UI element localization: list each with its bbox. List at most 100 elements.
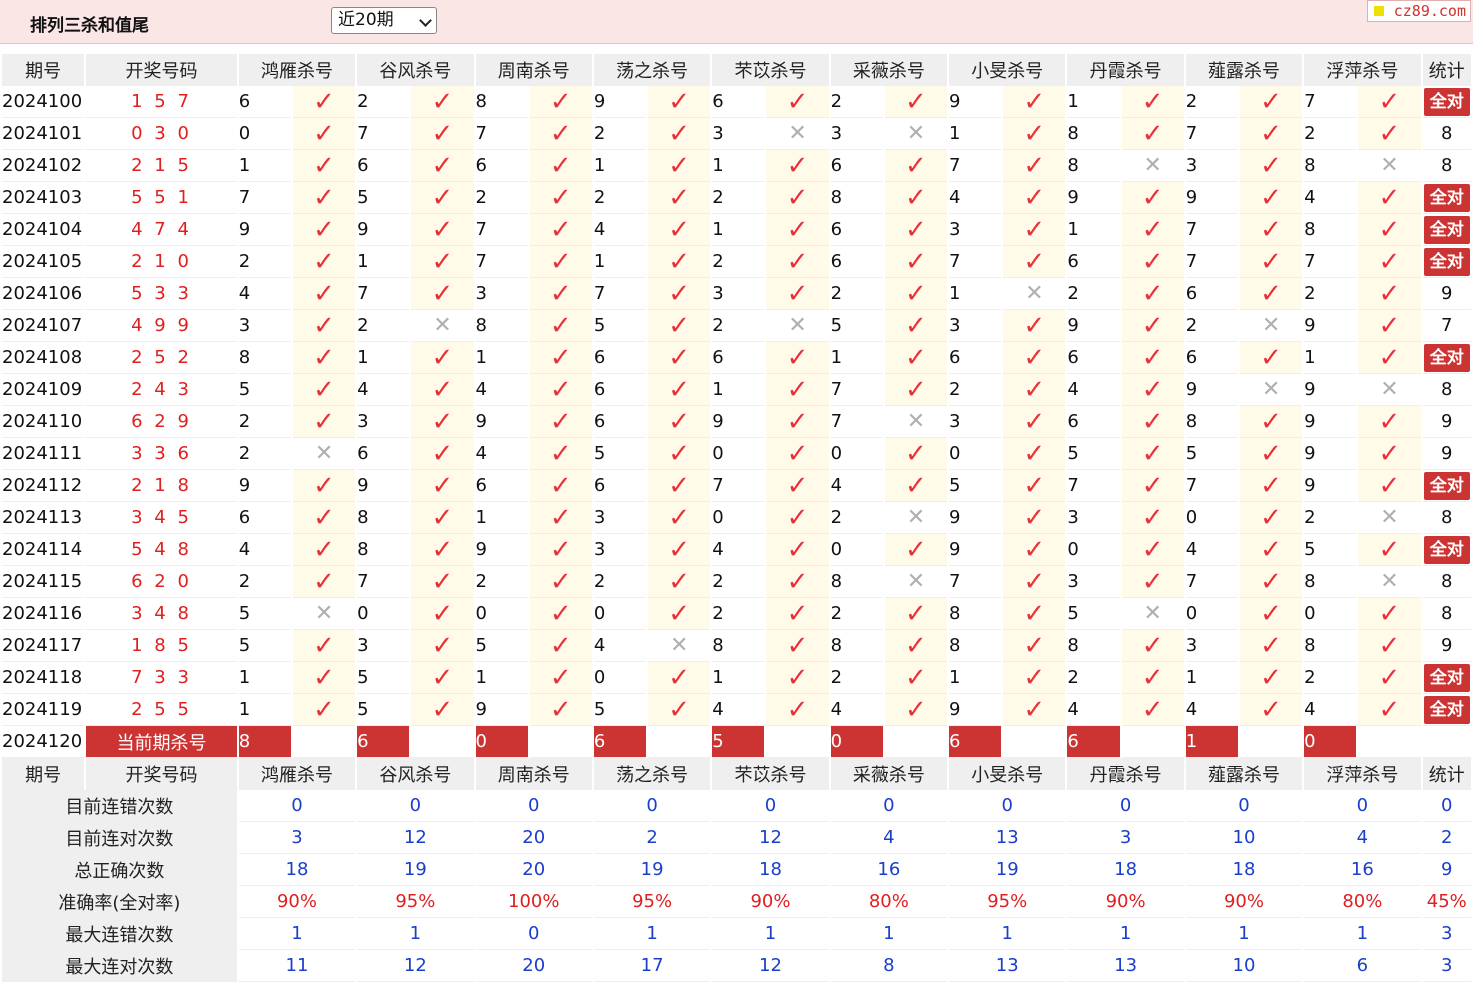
- summary-value: 0: [1304, 790, 1421, 822]
- result-cell-correct: ✓: [884, 374, 948, 406]
- kill-number: 8: [830, 566, 883, 598]
- check-icon: ✓: [1260, 86, 1282, 117]
- check-icon: ✓: [313, 150, 335, 181]
- col-header-expert: 小旻杀号: [949, 54, 1066, 86]
- col-header-expert: 周南杀号: [475, 54, 592, 86]
- check-icon: ✓: [1141, 374, 1164, 405]
- brand-logo[interactable]: cz89.com: [1367, 0, 1471, 22]
- check-icon: ✓: [1141, 310, 1164, 341]
- period-select[interactable]: 近20期: [331, 7, 437, 34]
- table-row: 2024112 2 1 8 9 ✓ 9 ✓ 6 ✓ 6 ✓ 7 ✓ 4 ✓ 5 ✓ 7 ✓ 7 ✓ 9 ✓ 全对: [2, 470, 1471, 502]
- check-icon: ✓: [549, 566, 572, 597]
- cross-icon: ✕: [314, 601, 334, 626]
- kill-number: 9: [593, 86, 647, 118]
- kill-number: 0: [1185, 502, 1238, 534]
- result-cell-correct: ✓: [411, 182, 474, 214]
- draw-numbers: 2 1 0: [86, 246, 237, 278]
- summary-value: 0: [1067, 790, 1184, 822]
- check-icon: ✓: [549, 502, 572, 533]
- summary-value: 1: [830, 918, 948, 950]
- result-cell-correct: ✓: [648, 310, 711, 342]
- kill-number: 1: [593, 246, 647, 278]
- row-stat: 9: [1422, 630, 1471, 662]
- check-icon: ✓: [1378, 406, 1401, 437]
- kill-number: 7: [949, 566, 1002, 598]
- result-cell-correct: ✓: [766, 374, 829, 406]
- result-cell-correct: ✓: [411, 246, 474, 278]
- check-icon: ✓: [1023, 182, 1046, 213]
- kill-number: 5: [830, 310, 883, 342]
- result-cell-correct: ✓: [766, 438, 829, 470]
- summary-value: 1: [1185, 918, 1303, 950]
- kill-number: 2: [1067, 278, 1120, 310]
- issue-number: 2024117: [2, 630, 85, 662]
- current-kill-blank: [292, 726, 356, 758]
- result-cell-correct: ✓: [1003, 246, 1066, 278]
- row-stat: 8: [1422, 118, 1471, 150]
- check-icon: ✓: [905, 182, 927, 213]
- issue-number: 2024118: [2, 662, 85, 694]
- check-icon: ✓: [1378, 598, 1401, 629]
- kill-number: 0: [830, 534, 883, 566]
- col-header-draw: 开奖号码: [86, 54, 237, 86]
- result-cell-correct: ✓: [529, 150, 592, 182]
- result-cell-correct: ✓: [1239, 470, 1303, 502]
- kill-number: 9: [1185, 374, 1238, 406]
- kill-number: 1: [1067, 86, 1120, 118]
- draw-numbers: 3 3 6: [86, 438, 237, 470]
- check-icon: ✓: [1141, 246, 1164, 277]
- summary-row: 最大连对次数 11 12 20 17 12 8 13 13 10 6 3: [2, 950, 1471, 982]
- check-icon: ✓: [549, 182, 572, 213]
- row-stat: 8: [1422, 150, 1471, 182]
- result-cell-correct: ✓: [648, 182, 711, 214]
- kill-number: 0: [593, 662, 647, 694]
- check-icon: ✓: [668, 214, 691, 245]
- check-icon: ✓: [668, 470, 691, 501]
- summary-value: 18: [1067, 854, 1184, 886]
- check-icon: ✓: [786, 214, 809, 245]
- col-header-expert: 丹霞杀号: [1067, 758, 1184, 790]
- check-icon: ✓: [1260, 502, 1282, 533]
- check-icon: ✓: [549, 470, 572, 501]
- check-icon: ✓: [431, 150, 454, 181]
- kill-number: 5: [1185, 438, 1238, 470]
- check-icon: ✓: [668, 182, 691, 213]
- cross-icon: ✕: [314, 441, 334, 466]
- row-stat: 9: [1422, 438, 1471, 470]
- check-icon: ✓: [786, 630, 809, 661]
- page-title: 排列三杀和值尾: [30, 16, 149, 36]
- check-icon: ✓: [1023, 566, 1046, 597]
- kill-number: 9: [357, 214, 410, 246]
- kill-number: 1: [712, 150, 765, 182]
- result-cell-correct: ✓: [1003, 534, 1066, 566]
- result-cell-correct: ✓: [648, 278, 711, 310]
- check-icon: ✓: [549, 406, 572, 437]
- summary-value: 0: [475, 790, 592, 822]
- result-cell-correct: ✓: [1239, 278, 1303, 310]
- check-icon: ✓: [786, 566, 809, 597]
- kill-number: 2: [712, 182, 765, 214]
- check-icon: ✓: [313, 662, 335, 693]
- summary-value: 1: [593, 918, 711, 950]
- result-cell-correct: ✓: [411, 566, 474, 598]
- result-cell-correct: ✓: [411, 342, 474, 374]
- kill-number: 9: [712, 406, 765, 438]
- check-icon: ✓: [1141, 566, 1164, 597]
- kill-number: 5: [593, 438, 647, 470]
- result-cell-wrong: ✕: [1121, 150, 1184, 182]
- check-icon: ✓: [1260, 438, 1282, 469]
- check-icon: ✓: [1260, 150, 1282, 181]
- kill-number: 3: [1185, 630, 1238, 662]
- kill-number: 3: [1185, 150, 1238, 182]
- summary-value: 90%: [712, 886, 829, 918]
- kill-number: 1: [949, 662, 1002, 694]
- check-icon: ✓: [549, 662, 572, 693]
- current-kill-number: 6: [1067, 726, 1120, 758]
- all-correct-badge: 全对: [1423, 343, 1470, 372]
- result-cell-correct: ✓: [884, 246, 948, 278]
- summary-value: 90%: [1185, 886, 1303, 918]
- result-cell-correct: ✓: [1121, 694, 1184, 726]
- result-cell-correct: ✓: [529, 630, 592, 662]
- col-header-expert: 小旻杀号: [949, 758, 1066, 790]
- current-kill-blank: [1358, 726, 1421, 758]
